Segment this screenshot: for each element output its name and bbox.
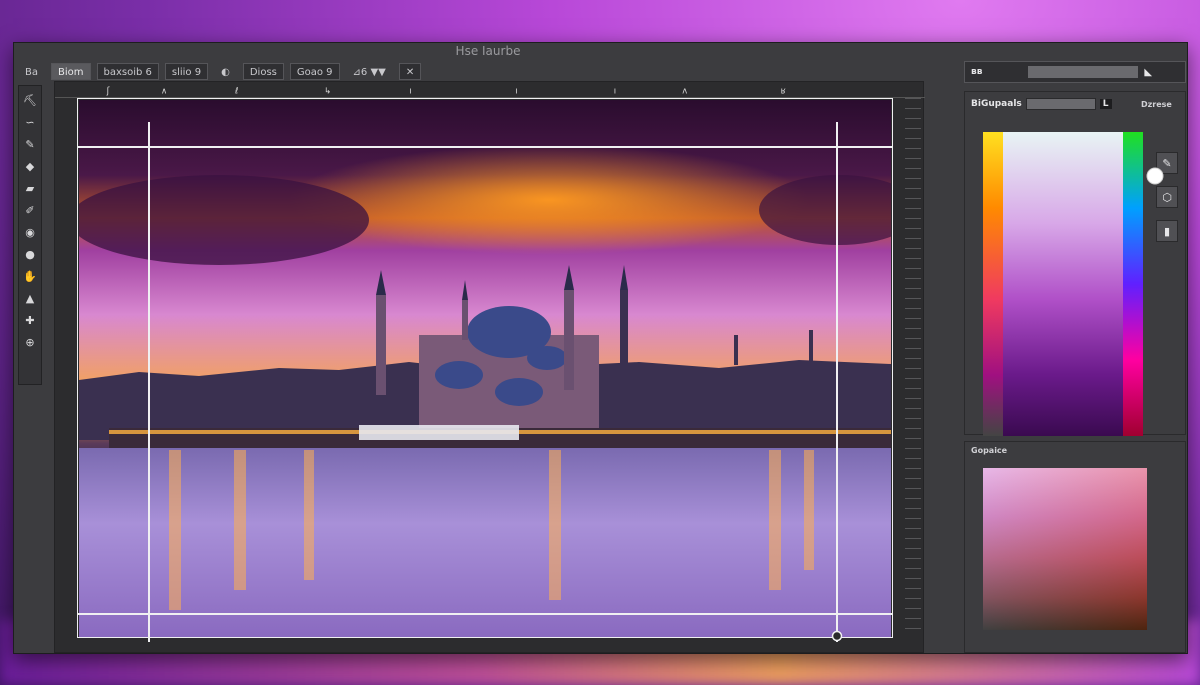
minaret-1 (376, 295, 386, 395)
color-label: BiGupaals (971, 99, 1022, 109)
option-item-6[interactable]: Goao 9 (289, 62, 340, 80)
option-item-4[interactable]: ◐ (214, 63, 237, 80)
ruler-tick-3: ↳ (324, 85, 331, 95)
editor-window: Hse Iaurbe Ba Biom baxsoib 6 sliio 9 ◐ Dioss G… (13, 42, 1188, 654)
panel-header: ʙʙ ◣ (964, 61, 1186, 83)
ruler-top: ʃ ∧ ℓ ↳ ı ı ı ʌ ʁ (55, 85, 925, 98)
minaret-4-tip (620, 265, 628, 290)
panel-menu-icon[interactable]: ◣ (1144, 67, 1152, 78)
color-value-field[interactable] (1025, 98, 1096, 110)
option-item-0[interactable]: Ba (18, 63, 45, 80)
option-item-5[interactable]: Dioss (242, 62, 284, 80)
color-value: L (1099, 99, 1112, 109)
burn-icon[interactable]: ● (22, 246, 38, 262)
ruler-right (905, 98, 921, 638)
swatch-title: Gopaice (971, 446, 1008, 455)
guide-vertical-left[interactable] (148, 122, 150, 642)
ruler-tick-4: ı (409, 85, 411, 95)
lower-dome (495, 378, 543, 406)
hex-icon[interactable]: ⬡ (1156, 186, 1178, 208)
zoom-icon[interactable]: ⊕ (22, 334, 38, 350)
paint-bucket-icon[interactable]: ◆ (22, 158, 38, 174)
smudge-icon[interactable]: ✋ (22, 268, 38, 284)
options-bar: Ba Biom baxsoib 6 sliio 9 ◐ Dioss Goao 9 ⊿6 ▼▼ ✕ (14, 60, 962, 82)
crop-handle[interactable] (831, 630, 843, 642)
ferry-boat (359, 425, 519, 440)
option-item-7[interactable]: ⊿6 ▼▼ (346, 63, 393, 80)
far-minaret-2 (809, 330, 813, 362)
guide-horizontal-bottom[interactable] (77, 613, 893, 615)
bookmark-icon[interactable]: ▮ (1156, 220, 1178, 242)
option-item-1[interactable]: Biom (51, 62, 91, 80)
canvas-area[interactable]: ʃ ∧ ℓ ↳ ı ı ı ʌ ʁ (54, 81, 925, 653)
ruler-tick-6: ı (614, 85, 616, 95)
healing-icon[interactable]: ✚ (22, 312, 38, 328)
dark-cloud (79, 175, 369, 265)
window-title: Hse Iaurbe (455, 44, 521, 58)
ruler-tick-8: ʁ (781, 85, 786, 95)
stamp-icon[interactable]: ▲ (22, 290, 38, 306)
ruler-tick-7: ʌ (682, 85, 687, 95)
swatch-panel: Gopaice (964, 441, 1186, 653)
panel-head-label: ʙʙ (971, 67, 983, 77)
color-field[interactable] (983, 132, 1143, 436)
eraser-icon[interactable]: ▰ (22, 180, 38, 196)
ruler-tick-2: ℓ (234, 85, 238, 95)
color-picker-panel: BiGupaals L Dzrese ✎ ⬡ ▮ (964, 91, 1186, 436)
guide-horizontal-top[interactable] (77, 146, 893, 148)
color-picker-handle[interactable] (1145, 166, 1165, 186)
hue-strip-left[interactable] (983, 132, 1003, 436)
ruler-tick-1: ∧ (161, 85, 167, 95)
eyedropper-icon[interactable]: ✎ (22, 136, 38, 152)
minaret-3 (564, 290, 574, 390)
side-dome-left (435, 361, 483, 389)
guide-vertical-right[interactable] (836, 122, 838, 642)
minaret-3-tip (564, 265, 574, 290)
tools-panel: ⛏ ∽ ✎ ◆ ▰ ✐ ◉ ● ✋ ▲ ✚ ⊕ (18, 85, 42, 385)
panel-slider-track[interactable] (1028, 66, 1139, 78)
minaret-1-tip (376, 270, 386, 295)
right-panel: ʙʙ ◣ BiGupaals L Dzrese ✎ ⬡ ▮ Gopaice (964, 61, 1186, 653)
ruler-tick-0: ʃ (106, 85, 110, 95)
canvas-photo[interactable] (79, 100, 891, 637)
minaret-2-tip (462, 280, 468, 300)
sunset-cloud (289, 145, 809, 255)
option-item-8[interactable]: ✕ (398, 62, 422, 80)
dodge-icon[interactable]: ◉ (22, 224, 38, 240)
option-item-3[interactable]: sliio 9 (164, 62, 209, 80)
minaret-4 (620, 290, 628, 390)
photo-scene (79, 145, 891, 637)
side-dome-right (527, 346, 567, 370)
option-item-2[interactable]: baxsoib 6 (96, 62, 159, 80)
brush-icon[interactable]: ⛏ (22, 92, 38, 108)
saturation-field[interactable] (1003, 132, 1123, 436)
far-minaret (734, 335, 738, 365)
ruler-tick-5: ı (515, 85, 517, 95)
lasso-icon[interactable]: ∽ (22, 114, 38, 130)
color-label-row: BiGupaals L (971, 98, 1112, 110)
hue-strip-right[interactable] (1123, 132, 1143, 436)
pen-icon[interactable]: ✐ (22, 202, 38, 218)
color-preview-swatch[interactable] (983, 468, 1147, 630)
section-title: Dzrese (1141, 100, 1172, 109)
minaret-2 (462, 300, 468, 340)
